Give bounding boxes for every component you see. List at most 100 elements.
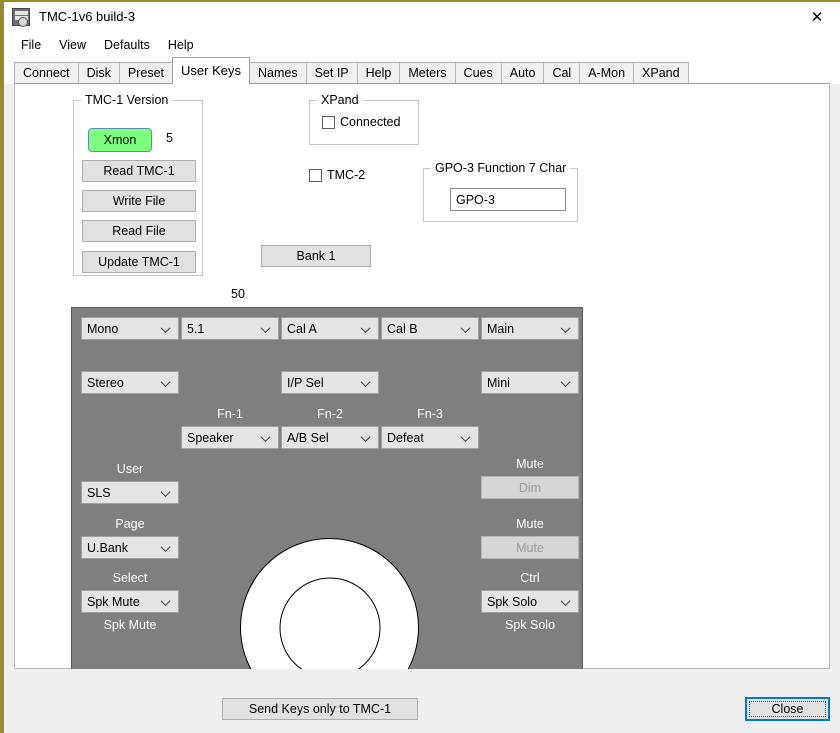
combo-page[interactable]: U.Bank: [81, 536, 179, 559]
tab-help[interactable]: Help: [357, 62, 401, 84]
chevron-down-icon: [462, 432, 471, 441]
menu-item-view[interactable]: View: [50, 35, 95, 55]
read-tmc1-button[interactable]: Read TMC-1: [82, 160, 196, 182]
chevron-down-icon: [562, 596, 571, 605]
gpo3-group: GPO-3 Function 7 Char GPO-3: [423, 168, 578, 222]
update-tmc1-button[interactable]: Update TMC-1: [82, 251, 196, 273]
ctrl-label: Ctrl: [481, 571, 579, 585]
read-file-button[interactable]: Read File: [82, 220, 196, 242]
write-file-button[interactable]: Write File: [82, 190, 196, 212]
select-label: Select: [81, 571, 179, 585]
combo-value: Mini: [487, 376, 510, 390]
mute-mute-label: Mute: [481, 517, 579, 531]
chevron-down-icon: [562, 323, 571, 332]
combo-row2-1[interactable]: Stereo: [81, 371, 179, 394]
combo-fn2[interactable]: A/B Sel: [281, 426, 379, 449]
tab-user-keys[interactable]: User Keys: [172, 57, 250, 84]
tab-content-user-keys: TMC-1 Version Xmon 5 Read TMC-1 Write Fi…: [14, 83, 830, 669]
combo-row1-5[interactable]: Main: [481, 317, 579, 340]
version-number: 5: [166, 131, 173, 145]
tab-auto[interactable]: Auto: [501, 62, 545, 84]
chevron-down-icon: [162, 596, 171, 605]
tab-meters[interactable]: Meters: [399, 62, 455, 84]
chevron-down-icon: [562, 377, 571, 386]
select-caption: Spk Mute: [81, 618, 179, 632]
chevron-down-icon: [362, 323, 371, 332]
combo-row1-2[interactable]: 5.1: [181, 317, 279, 340]
send-keys-button[interactable]: Send Keys only to TMC-1: [222, 698, 418, 720]
tab-cues[interactable]: Cues: [455, 62, 502, 84]
chevron-down-icon: [362, 377, 371, 386]
title-bar: TMC-1v6 build-3 ✕: [4, 2, 840, 32]
ctrl-caption: Spk Solo: [481, 618, 579, 632]
app-icon: [12, 8, 30, 26]
combo-ctrl[interactable]: Spk Solo: [481, 590, 579, 613]
bank-button[interactable]: Bank 1: [261, 245, 371, 267]
page-label: Page: [81, 517, 179, 531]
menu-item-file[interactable]: File: [12, 35, 50, 55]
tmc2-checkbox[interactable]: TMC-2: [309, 168, 365, 182]
chevron-down-icon: [162, 542, 171, 551]
combo-row1-3[interactable]: Cal A: [281, 317, 379, 340]
application-window: TMC-1v6 build-3 ✕ File View Defaults Hel…: [0, 0, 840, 733]
combo-value: I/P Sel: [287, 376, 324, 390]
combo-row2-2[interactable]: I/P Sel: [281, 371, 379, 394]
combo-value: Main: [487, 322, 514, 336]
combo-value: Spk Mute: [87, 595, 140, 609]
menu-item-defaults[interactable]: Defaults: [95, 35, 159, 55]
tab-cal[interactable]: Cal: [543, 62, 580, 84]
chevron-down-icon: [162, 487, 171, 496]
menu-bar: File View Defaults Help: [4, 32, 840, 57]
footer-bar: [4, 669, 840, 733]
combo-row2-3[interactable]: Mini: [481, 371, 579, 394]
checkbox-box-icon: [309, 169, 322, 182]
tmc1-version-group-title: TMC-1 Version: [81, 93, 172, 107]
combo-value: Cal A: [287, 322, 317, 336]
tab-disk[interactable]: Disk: [78, 62, 120, 84]
chevron-down-icon: [162, 323, 171, 332]
tab-connect[interactable]: Connect: [14, 62, 79, 84]
xpand-group: XPand Connected: [309, 100, 419, 145]
tab-strip: Connect Disk Preset User Keys Names Set …: [4, 57, 840, 84]
value-50: 50: [231, 287, 245, 301]
checkbox-box-icon: [322, 116, 335, 129]
tab-preset[interactable]: Preset: [119, 62, 173, 84]
close-icon[interactable]: ✕: [794, 2, 840, 32]
gpo3-input[interactable]: GPO-3: [450, 188, 566, 211]
user-label: User: [81, 462, 179, 476]
menu-item-help[interactable]: Help: [159, 35, 203, 55]
tab-xpand[interactable]: XPand: [633, 62, 689, 84]
combo-value: SLS: [87, 486, 111, 500]
combo-value: Cal B: [387, 322, 418, 336]
rotary-knob-center[interactable]: [279, 577, 380, 678]
window-title: TMC-1v6 build-3: [39, 2, 135, 32]
combo-value: 5.1: [187, 322, 204, 336]
mute-dim-label: Mute: [481, 457, 579, 471]
fn1-label: Fn-1: [181, 407, 279, 421]
combo-select[interactable]: Spk Mute: [81, 590, 179, 613]
tab-a-mon[interactable]: A-Mon: [579, 62, 634, 84]
combo-value: Dim: [519, 481, 541, 495]
xmon-button[interactable]: Xmon: [88, 128, 152, 152]
combo-row1-4[interactable]: Cal B: [381, 317, 479, 340]
chevron-down-icon: [462, 323, 471, 332]
combo-row1-1[interactable]: Mono: [81, 317, 179, 340]
combo-value: Mono: [87, 322, 118, 336]
combo-mute: Mute: [481, 536, 579, 559]
combo-fn1[interactable]: Speaker: [181, 426, 279, 449]
combo-user[interactable]: SLS: [81, 481, 179, 504]
combo-value: U.Bank: [87, 541, 128, 555]
combo-fn3[interactable]: Defeat: [381, 426, 479, 449]
tab-set-ip[interactable]: Set IP: [306, 62, 358, 84]
tab-names[interactable]: Names: [249, 62, 307, 84]
chevron-down-icon: [162, 377, 171, 386]
xpand-connected-label: Connected: [340, 115, 400, 129]
xpand-connected-checkbox[interactable]: Connected: [322, 115, 400, 129]
close-button-label: Close: [772, 702, 804, 716]
combo-value: Mute: [516, 541, 544, 555]
combo-value: Defeat: [387, 431, 424, 445]
user-keys-panel: Mono 5.1 Cal A Cal B Main Stereo: [71, 307, 583, 673]
gpo3-group-title: GPO-3 Function 7 Char: [431, 161, 570, 175]
combo-value: A/B Sel: [287, 431, 329, 445]
close-button[interactable]: Close: [745, 697, 830, 721]
